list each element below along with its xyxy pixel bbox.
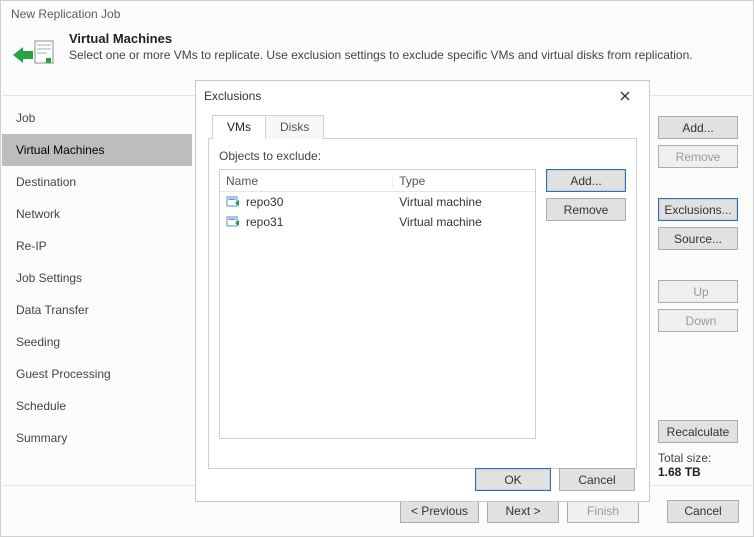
move-down-label: Down bbox=[686, 314, 717, 328]
window-title: New Replication Job bbox=[1, 1, 753, 27]
exclude-add-button[interactable]: Add... bbox=[546, 169, 626, 192]
vm-icon bbox=[226, 195, 240, 209]
sidebar-item-job-settings[interactable]: Job Settings bbox=[2, 262, 192, 294]
total-size-value: 1.68 TB bbox=[658, 465, 738, 479]
exclusions-dialog: Exclusions VMs Disks Objects to exclude:… bbox=[195, 80, 650, 502]
total-size: Total size: 1.68 TB bbox=[658, 451, 738, 479]
panel-side-buttons: Add... Remove bbox=[546, 169, 626, 439]
sidebar-item-data-transfer[interactable]: Data Transfer bbox=[2, 294, 192, 326]
finish-button[interactable]: Finish bbox=[567, 500, 639, 523]
remove-button[interactable]: Remove bbox=[658, 145, 738, 168]
col-type[interactable]: Type bbox=[393, 174, 535, 188]
dialog-title: Exclusions bbox=[204, 89, 261, 103]
cell-name: repo31 bbox=[220, 215, 393, 229]
dialog-cancel-button[interactable]: Cancel bbox=[559, 468, 635, 491]
sidebar-item-seeding[interactable]: Seeding bbox=[2, 326, 192, 358]
sidebar-item-guest-processing[interactable]: Guest Processing bbox=[2, 358, 192, 390]
next-button[interactable]: Next > bbox=[487, 500, 559, 523]
page-subtitle: Select one or more VMs to replicate. Use… bbox=[69, 48, 741, 62]
objects-to-exclude-label: Objects to exclude: bbox=[219, 149, 626, 163]
wizard-header: Virtual Machines Select one or more VMs … bbox=[1, 27, 753, 87]
recalculate-button[interactable]: Recalculate bbox=[658, 420, 738, 443]
exclusions-button[interactable]: Exclusions... bbox=[658, 198, 738, 221]
close-button[interactable] bbox=[609, 84, 641, 108]
cancel-button[interactable]: Cancel bbox=[667, 500, 739, 523]
right-button-stack: Add... Remove Exclusions... Source... Up… bbox=[658, 116, 738, 443]
table-row[interactable]: repo30 Virtual machine bbox=[220, 192, 535, 212]
tab-strip: VMs Disks bbox=[208, 113, 637, 139]
move-down-button[interactable]: Down bbox=[658, 309, 738, 332]
exclude-remove-button[interactable]: Remove bbox=[546, 198, 626, 221]
total-size-label: Total size: bbox=[658, 451, 738, 465]
exclude-table[interactable]: Name Type repo30 bbox=[219, 169, 536, 439]
add-button[interactable]: Add... bbox=[658, 116, 738, 139]
spacer bbox=[658, 338, 738, 414]
move-up-label: Up bbox=[693, 285, 708, 299]
close-icon bbox=[620, 91, 630, 101]
wizard-header-text: Virtual Machines Select one or more VMs … bbox=[69, 31, 741, 62]
previous-button[interactable]: < Previous bbox=[400, 500, 479, 523]
row-name: repo31 bbox=[246, 215, 283, 229]
cell-name: repo30 bbox=[220, 195, 393, 209]
move-up-button[interactable]: Up bbox=[658, 280, 738, 303]
wizard-sidebar: Job Virtual Machines Destination Network… bbox=[2, 96, 192, 485]
sidebar-item-virtual-machines[interactable]: Virtual Machines bbox=[2, 134, 192, 166]
spacer bbox=[658, 256, 738, 274]
cell-type: Virtual machine bbox=[393, 195, 535, 209]
sidebar-item-summary[interactable]: Summary bbox=[2, 422, 192, 454]
replication-icon bbox=[13, 33, 57, 77]
tab-disks[interactable]: Disks bbox=[265, 115, 324, 139]
ok-button[interactable]: OK bbox=[475, 468, 551, 491]
panel-inner: Name Type repo30 bbox=[219, 169, 626, 439]
spacer bbox=[658, 174, 738, 192]
sidebar-item-network[interactable]: Network bbox=[2, 198, 192, 230]
row-name: repo30 bbox=[246, 195, 283, 209]
page-title: Virtual Machines bbox=[69, 31, 741, 46]
source-button[interactable]: Source... bbox=[658, 227, 738, 250]
sidebar-item-re-ip[interactable]: Re-IP bbox=[2, 230, 192, 262]
table-header: Name Type bbox=[220, 170, 535, 192]
dialog-footer: OK Cancel bbox=[475, 468, 635, 491]
sidebar-item-destination[interactable]: Destination bbox=[2, 166, 192, 198]
col-name[interactable]: Name bbox=[220, 174, 393, 188]
vm-icon bbox=[226, 215, 240, 229]
sidebar-item-job[interactable]: Job bbox=[2, 102, 192, 134]
tab-panel-vms: Objects to exclude: Name Type bbox=[208, 139, 637, 469]
table-row[interactable]: repo31 Virtual machine bbox=[220, 212, 535, 232]
table-body: repo30 Virtual machine bbox=[220, 192, 535, 438]
dialog-titlebar: Exclusions bbox=[196, 81, 649, 111]
cell-type: Virtual machine bbox=[393, 215, 535, 229]
sidebar-item-schedule[interactable]: Schedule bbox=[2, 390, 192, 422]
tab-vms[interactable]: VMs bbox=[212, 115, 266, 139]
dialog-body: VMs Disks Objects to exclude: Name Type bbox=[196, 111, 649, 477]
